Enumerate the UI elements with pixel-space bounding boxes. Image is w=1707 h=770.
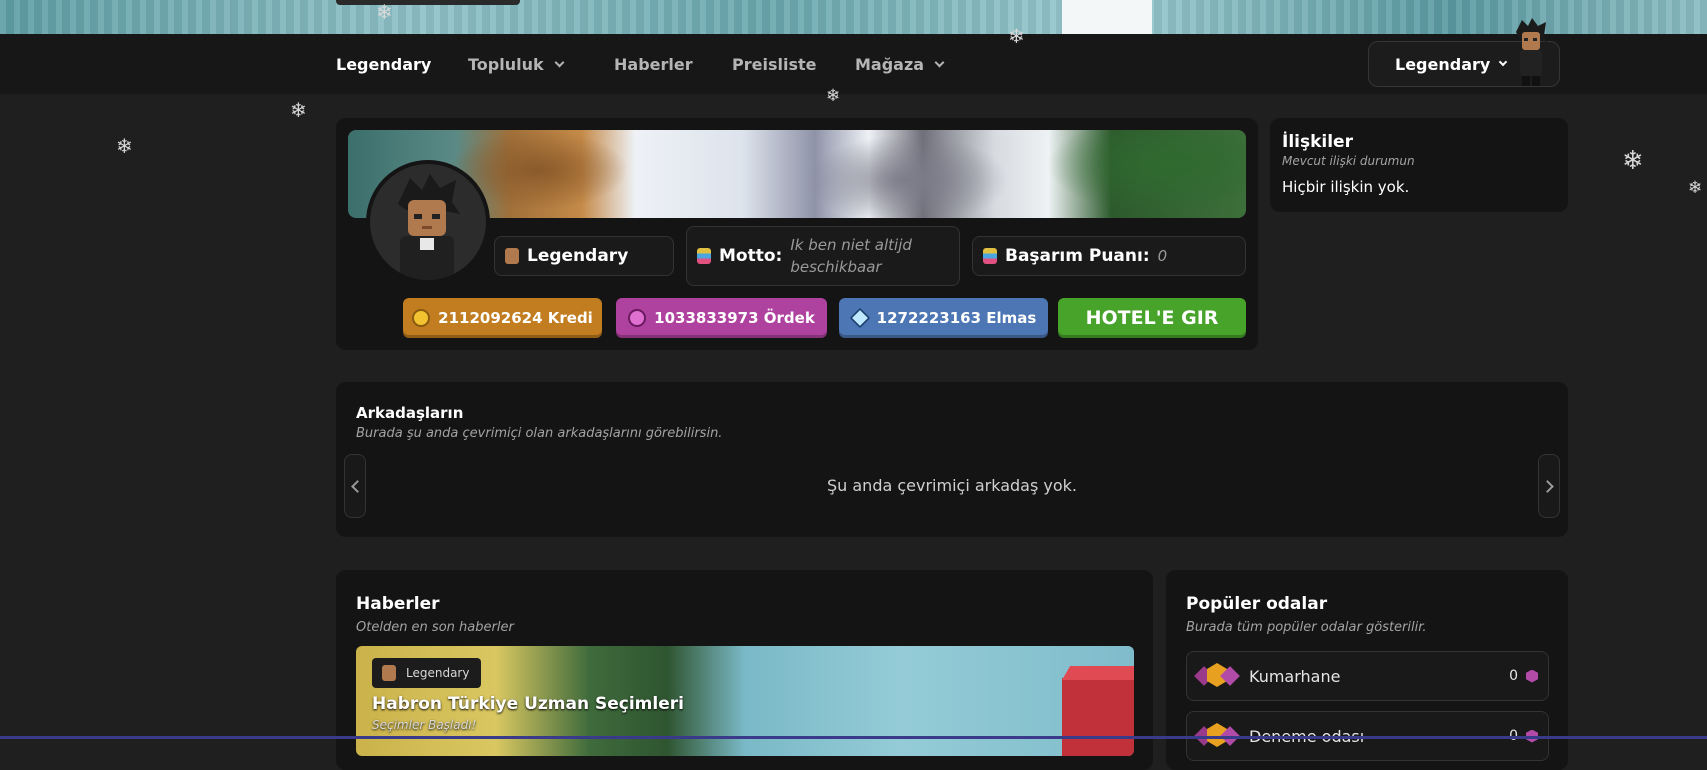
credits-button[interactable]: 2112092624 Kredi: [403, 298, 602, 338]
nav-topluluk[interactable]: Topluluk: [468, 34, 565, 94]
nav-magaza-label: Mağaza: [855, 54, 925, 74]
friends-empty-text: Şu anda çevrimiçi arkadaş yok.: [826, 476, 1078, 495]
achievement-icon: [983, 248, 997, 264]
diamonds-button[interactable]: 1272223163 Elmas: [839, 298, 1048, 338]
nav-haberler-label: Haberler: [614, 54, 693, 74]
duck-icon: [628, 309, 647, 327]
news-author-name: Legendary: [406, 666, 470, 680]
chevron-down-icon: [554, 57, 565, 67]
news-card: Haberler Otelden en son haberler Legenda…: [336, 570, 1153, 770]
nav-preisliste[interactable]: Preisliste: [732, 34, 816, 94]
hexagon-icon: [1526, 669, 1538, 683]
relations-subtitle: Mevcut ilişki durumun: [1282, 154, 1415, 168]
user-avatar-icon: [1516, 18, 1548, 86]
user-head-icon: [505, 248, 519, 264]
popular-rooms-card: Popüler odalar Burada tüm popüler odalar…: [1166, 570, 1568, 770]
achievement-box: Başarım Puanı: 0: [972, 236, 1246, 276]
duckets-text: 1033833973 Ördek: [654, 309, 815, 327]
chevron-down-icon: [1499, 57, 1508, 67]
news-article-title: Habron Türkiye Uzman Seçimleri: [372, 694, 684, 714]
relations-title: İlişkiler: [1282, 132, 1353, 152]
top-navbar: Legendary Topluluk Haberler Preisliste M…: [0, 18, 1707, 94]
author-head-icon: [382, 665, 396, 681]
news-author-tag: Legendary: [372, 658, 482, 688]
snowflake-icon: ❄: [1688, 178, 1703, 198]
friends-subtitle: Burada şu anda çevrimiçi olan arkadaşlar…: [356, 426, 723, 441]
profile-card: Legendary Motto: Ik ben niet altijd besc…: [336, 118, 1258, 350]
enter-hotel-label: HOTEL'E GIR: [1085, 307, 1219, 329]
news-article-card[interactable]: Legendary Habron Türkiye Uzman Seçimleri…: [356, 646, 1134, 756]
banner-tab: [336, 0, 520, 5]
news-cube-graphic: [1062, 678, 1134, 756]
motto-icon: [697, 248, 711, 264]
friends-card: Arkadaşların Burada şu anda çevrimiçi ol…: [336, 382, 1568, 537]
snowflake-icon: ❄: [290, 98, 307, 122]
banner-window: [1062, 0, 1152, 34]
enter-hotel-button[interactable]: HOTEL'E GIR: [1058, 298, 1246, 338]
username-text: Legendary: [527, 246, 629, 266]
motto-value: Ik ben niet altijd beschikbaar: [790, 236, 912, 276]
relations-card: İlişkiler Mevcut ilişki durumun Hiçbir i…: [1270, 118, 1568, 212]
news-article-subtitle: Seçimler Başladı!: [372, 718, 477, 732]
snowflake-icon: ❄: [826, 86, 841, 106]
snowflake-icon: ❄: [116, 134, 133, 158]
diamond-icon: [849, 307, 870, 329]
room-name: Kumarhane: [1249, 666, 1341, 686]
diamonds-text: 1272223163 Elmas: [876, 309, 1037, 327]
motto-label: Motto:: [719, 246, 783, 266]
avatar-figure-icon: [398, 174, 460, 280]
nav-haberler[interactable]: Haberler: [614, 34, 693, 94]
nav-brand-label: Legendary: [336, 54, 432, 74]
duckets-button[interactable]: 1033833973 Ördek: [616, 298, 827, 338]
room-list-item[interactable]: Kumarhane 0: [1186, 651, 1549, 701]
news-subtitle: Otelden en son haberler: [356, 620, 514, 635]
room-icon: [1194, 661, 1240, 691]
nav-brand-legendary[interactable]: Legendary: [336, 34, 431, 94]
credits-text: 2112092624 Kredi: [438, 309, 593, 327]
username-box: Legendary: [494, 236, 674, 276]
motto-box: Motto: Ik ben niet altijd beschikbaar: [686, 226, 960, 286]
relations-empty-text: Hiçbir ilişkin yok.: [1282, 178, 1410, 196]
rooms-title: Popüler odalar: [1186, 594, 1328, 614]
room-user-count: 0: [1509, 668, 1518, 684]
snowflake-icon: ❄: [1008, 24, 1025, 48]
profile-avatar: [366, 160, 490, 284]
chevron-down-icon: [934, 57, 945, 67]
header-banner: [0, 0, 1707, 34]
coin-icon: [412, 309, 431, 327]
rooms-subtitle: Burada tüm popüler odalar gösterilir.: [1186, 620, 1427, 635]
achievement-label: Başarım Puanı:: [1005, 246, 1150, 266]
nav-magaza[interactable]: Mağaza: [855, 34, 945, 94]
snowflake-icon: ❄: [1622, 146, 1644, 176]
achievement-value: 0: [1157, 247, 1168, 265]
snowflake-icon: ❄: [376, 0, 393, 24]
friends-title: Arkadaşların: [356, 404, 464, 422]
user-menu-label: Legendary: [1395, 54, 1491, 74]
nav-topluluk-label: Topluluk: [468, 54, 544, 74]
news-title: Haberler: [356, 594, 440, 614]
nav-preisliste-label: Preisliste: [732, 54, 817, 74]
